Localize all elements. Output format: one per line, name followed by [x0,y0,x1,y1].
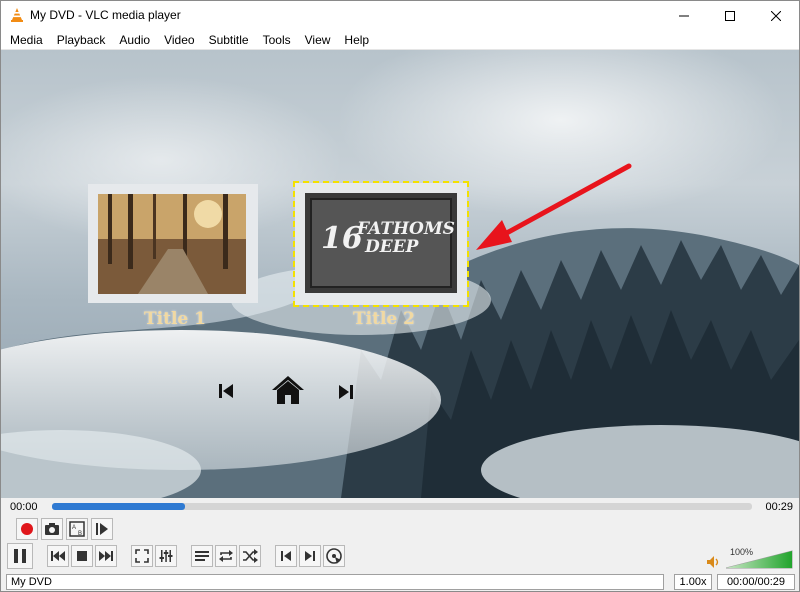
pause-icon [14,549,26,563]
close-icon [771,10,781,21]
elapsed-time: 00:00 [10,501,38,513]
status-media-name: My DVD [6,574,664,590]
extended-settings-button[interactable] [155,545,177,567]
poster-deep: DEEP [365,237,419,257]
minimize-icon [679,15,689,16]
maximize-button[interactable] [707,1,753,30]
volume-slider[interactable] [726,549,794,569]
title-2-label[interactable]: Title 2 [353,309,415,329]
prev-chapter-icon [281,551,291,561]
menu-bar: Media Playback Audio Video Subtitle Tool… [1,30,799,50]
seek-row: 00:00 00:29 [1,498,799,516]
close-button[interactable] [753,1,799,30]
seek-slider[interactable] [52,503,752,510]
maximize-icon [725,10,735,21]
status-bar: My DVD 1.00x 00:00/00:29 [1,573,799,591]
vlc-cone-icon [11,8,23,22]
loop-button[interactable] [215,545,237,567]
menu-video[interactable]: Video [157,30,201,50]
poster-fathoms: FATHOMS [357,219,455,239]
dvd-menu-icon [326,548,342,564]
window-title: My DVD - VLC media player [30,8,181,22]
record-button[interactable] [16,518,38,540]
stop-button[interactable] [71,545,93,567]
next-chapter-button[interactable] [299,545,321,567]
title-1-label[interactable]: Title 1 [144,309,206,329]
previous-button[interactable] [47,545,69,567]
extended-settings-icon [159,550,173,562]
menu-audio[interactable]: Audio [112,30,157,50]
next-button[interactable] [95,545,117,567]
minimize-button[interactable] [661,1,707,30]
dvd-previous-icon[interactable] [217,382,235,400]
dvd-menu-button[interactable] [323,545,345,567]
seek-progress [52,503,185,510]
stop-icon [77,551,87,561]
title-2-image: 16 FATHOMS DEEP [305,193,457,293]
menu-playback[interactable]: Playback [50,30,113,50]
title-bar: My DVD - VLC media player [1,1,799,30]
previous-icon [51,551,65,561]
video-area[interactable]: Title 1 16 FATHOMS DEEP Title 2 [1,50,799,498]
annotation-arrow-icon [476,163,632,250]
speaker-icon[interactable] [706,555,720,569]
fullscreen-button[interactable] [131,545,153,567]
playlist-button[interactable] [191,545,213,567]
vlc-window: My DVD - VLC media player Media Playback… [0,0,800,592]
title-1-thumbnail[interactable] [88,184,258,303]
menu-subtitle[interactable]: Subtitle [202,30,256,50]
frame-step-button[interactable] [91,518,113,540]
menu-view[interactable]: View [298,30,338,50]
record-icon [21,523,33,535]
playlist-icon [195,551,209,561]
svg-text:B: B [78,531,82,537]
status-time[interactable]: 00:00/00:29 [717,574,795,590]
dvd-home-icon[interactable] [271,375,305,405]
loop-ab-icon: AB [69,521,85,537]
loop-icon [219,550,233,562]
svg-text:A: A [72,525,76,531]
snapshot-button[interactable] [41,518,63,540]
frame-step-icon [96,523,108,535]
playback-speed[interactable]: 1.00x [674,574,712,590]
next-chapter-icon [305,551,315,561]
shuffle-button[interactable] [239,545,261,567]
loop-ab-button[interactable]: AB [66,518,88,540]
menu-tools[interactable]: Tools [256,30,298,50]
pause-button[interactable] [7,543,33,569]
dvd-next-icon[interactable] [337,383,355,401]
total-time: 00:29 [765,501,793,513]
menu-media[interactable]: Media [3,30,50,50]
prev-chapter-button[interactable] [275,545,297,567]
title-2-thumbnail[interactable]: 16 FATHOMS DEEP [293,181,469,307]
snapshot-icon [45,523,59,535]
menu-help[interactable]: Help [337,30,376,50]
next-icon [99,551,113,561]
shuffle-icon [243,549,258,563]
fullscreen-icon [135,549,149,563]
title-1-image [98,194,246,294]
